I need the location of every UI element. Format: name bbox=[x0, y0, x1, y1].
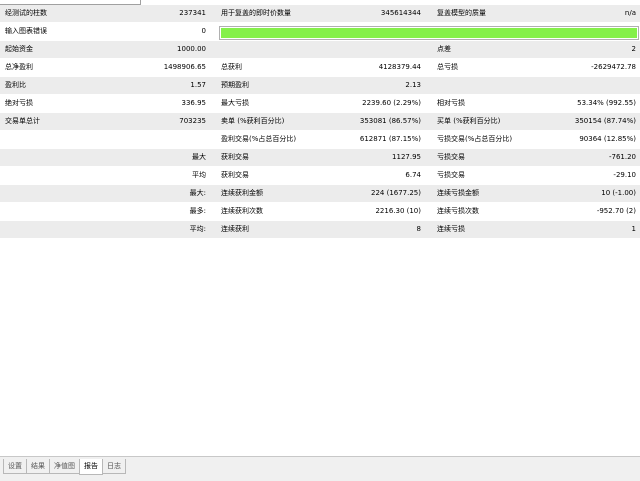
report-row: 交易单总计 703235 卖单 (%获利百分比) 353081 (86.57%) 买单 … bbox=[0, 113, 640, 131]
row-sublabel-col1: 平均: bbox=[189, 225, 206, 233]
row-value-col3: n/a bbox=[624, 9, 636, 17]
row-label-col1 bbox=[5, 203, 115, 220]
bottom-tab-bar: 设置 结果 净值图 报告 日志 bbox=[0, 456, 640, 481]
tab-4[interactable]: 日志 bbox=[102, 459, 126, 474]
progress-bar bbox=[219, 26, 639, 40]
row-value-col2: 353081 (86.57%) bbox=[359, 117, 421, 125]
row-value-col2: 345614344 bbox=[380, 9, 421, 17]
report-row: 平均 获利交易 6.74 亏损交易 -29.10 bbox=[0, 167, 640, 185]
row-value-col3: -761.20 bbox=[608, 153, 636, 161]
row-label-col1 bbox=[5, 149, 115, 166]
report-row: 总净盈利 1498906.65 总获利 4128379.44 总亏损 -2629472.7… bbox=[0, 59, 640, 77]
row-value-col2: 1127.95 bbox=[392, 153, 421, 161]
row-value-col3: 1 bbox=[631, 225, 636, 233]
row-value-col2: 4128379.44 bbox=[378, 63, 421, 71]
row-value-col3: 350154 (87.74%) bbox=[574, 117, 636, 125]
row-value-col1: 0 bbox=[201, 27, 206, 35]
row-value-col3: -2629472.78 bbox=[591, 63, 636, 71]
row-value-col2: 2239.60 (2.29%) bbox=[362, 99, 421, 107]
progress-bar-fill bbox=[221, 28, 637, 38]
row-label-col1 bbox=[5, 185, 115, 202]
report-row: 最多: 连续获利次数 2216.30 (10) 连续亏损次数 -952.70 (2) bbox=[0, 203, 640, 221]
report-row: 起始资金 1000.00 点差 2 bbox=[0, 41, 640, 59]
row-value-col1 bbox=[110, 131, 206, 148]
row-label-col1 bbox=[5, 221, 115, 238]
row-sublabel-col1: 最大: bbox=[189, 189, 206, 197]
row-value-col3: 10 (-1.00) bbox=[601, 189, 636, 197]
row-value-col2: 2216.30 (10) bbox=[375, 207, 421, 215]
report-row: 盈利比 1.57 预期盈利 2.13 bbox=[0, 77, 640, 95]
row-value-col2: 6.74 bbox=[405, 171, 421, 179]
row-value-col1: 1.57 bbox=[190, 81, 206, 89]
row-value-col2: 224 (1677.25) bbox=[371, 189, 421, 197]
tab-3[interactable]: 报告 bbox=[79, 459, 103, 475]
report-row: 平均: 连续获利 8 连续亏损 1 bbox=[0, 221, 640, 239]
row-value-col2: 612871 (87.15%) bbox=[359, 135, 421, 143]
report-row: 输入图表错误 0 bbox=[0, 23, 640, 41]
row-value-col1: 1000.00 bbox=[177, 45, 206, 53]
row-label-col1: 输入图表错误 bbox=[5, 27, 47, 35]
tab-1[interactable]: 结果 bbox=[26, 459, 50, 474]
row-value-col1: 336.95 bbox=[181, 99, 207, 107]
row-value-col1: 703235 bbox=[179, 117, 206, 125]
row-value-col3: 90364 (12.85%) bbox=[579, 135, 636, 143]
row-value-col3: 53.34% (992.55) bbox=[577, 99, 636, 107]
row-label-col1: 盈利比 bbox=[5, 81, 26, 89]
row-sublabel-col1: 最大 bbox=[192, 153, 206, 161]
row-label-col1: 总净盈利 bbox=[5, 63, 33, 71]
row-value-col2 bbox=[300, 41, 421, 58]
report-row: 最大: 连续获利金额 224 (1677.25) 连续亏损金额 10 (-1.00) bbox=[0, 185, 640, 203]
row-label-col1: 交易单总计 bbox=[5, 117, 40, 125]
tab-strip: 设置 结果 净值图 报告 日志 bbox=[3, 459, 126, 475]
tab-0[interactable]: 设置 bbox=[3, 459, 27, 474]
row-sublabel-col1: 最多: bbox=[189, 207, 206, 215]
row-label-col1: 起始资金 bbox=[5, 45, 33, 53]
row-value-col1: 237341 bbox=[179, 9, 206, 17]
row-label-col1 bbox=[5, 167, 115, 184]
row-value-col3: -29.10 bbox=[613, 171, 636, 179]
row-value-col3: -952.70 (2) bbox=[596, 207, 636, 215]
row-label-col1: 经测试的柱数 bbox=[5, 9, 47, 17]
row-sublabel-col1: 平均 bbox=[192, 171, 206, 179]
row-value-col1: 1498906.65 bbox=[163, 63, 206, 71]
report-row: 最大 获利交易 1127.95 亏损交易 -761.20 bbox=[0, 149, 640, 167]
row-label-col1 bbox=[5, 131, 115, 148]
report-row: 经测试的柱数 237341 用于复盖的即时价数量 345614344 复盖模型的质量 n/… bbox=[0, 5, 640, 23]
report-row: 绝对亏损 336.95 最大亏损 2239.60 (2.29%) 相对亏损 53.34% … bbox=[0, 95, 640, 113]
row-value-col3 bbox=[500, 77, 636, 94]
row-label-col1: 绝对亏损 bbox=[5, 99, 33, 107]
row-value-col2: 2.13 bbox=[405, 81, 421, 89]
row-value-col2: 8 bbox=[416, 225, 421, 233]
report-row: 盈利交易(%占总百分比) 612871 (87.15%) 亏损交易(%占总百分比) 9… bbox=[0, 131, 640, 149]
row-value-col3: 2 bbox=[631, 45, 636, 53]
report-table: 经测试的柱数 237341 用于复盖的即时价数量 345614344 复盖模型的质量 n/… bbox=[0, 5, 640, 239]
tab-2[interactable]: 净值图 bbox=[49, 459, 80, 474]
